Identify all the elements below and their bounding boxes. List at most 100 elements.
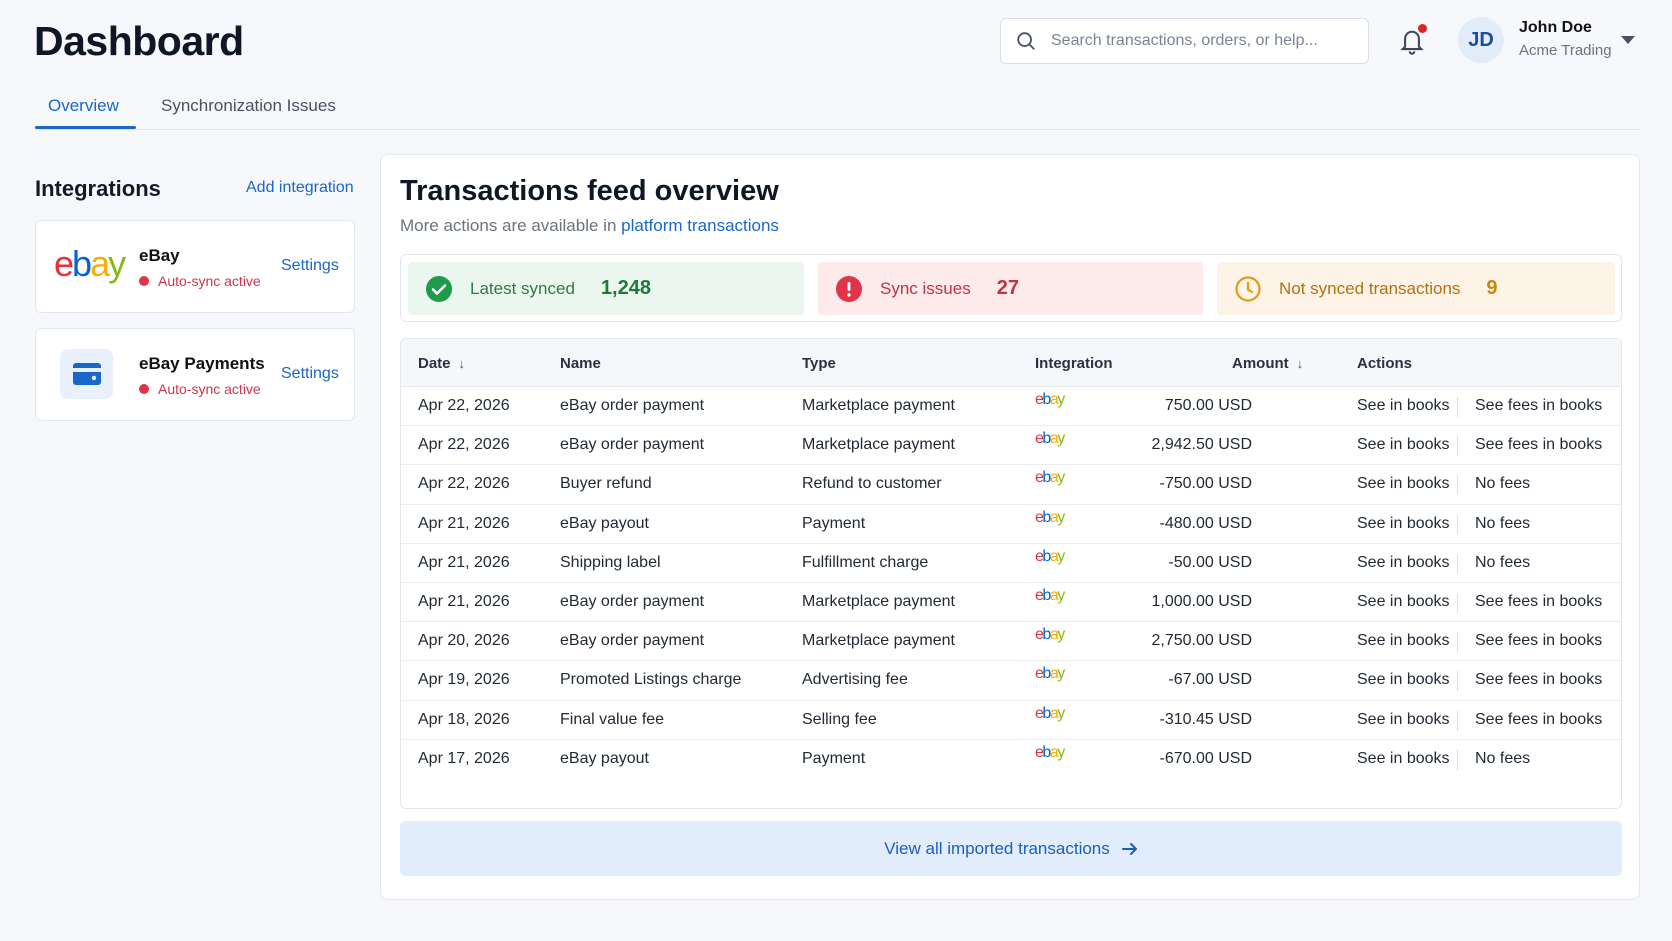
ebay-logo: ebay bbox=[54, 243, 126, 284]
see-in-books-link[interactable]: See in books bbox=[1357, 475, 1450, 493]
integration-name: eBay bbox=[139, 246, 180, 265]
see-fees-in-books-link[interactable]: See fees in books bbox=[1475, 632, 1602, 650]
cell-date: Apr 22, 2026 bbox=[418, 436, 510, 454]
action-divider bbox=[1457, 397, 1458, 417]
integration-card-ebay[interactable]: ebay eBay Auto-sync active Settings bbox=[35, 220, 355, 313]
cell-name: Buyer refund bbox=[560, 475, 652, 493]
see-in-books-link[interactable]: See in books bbox=[1357, 750, 1450, 768]
see-fees-in-books-link[interactable]: See fees in books bbox=[1475, 711, 1602, 729]
stat-value: 9 bbox=[1486, 277, 1498, 299]
stat-latest-synced[interactable]: Latest synced 1,248 bbox=[408, 262, 804, 315]
credit-card-icon bbox=[60, 349, 113, 399]
tab-synchronization-issues[interactable]: Synchronization Issues bbox=[161, 96, 336, 116]
ebay-logo: ebay bbox=[1035, 665, 1065, 683]
no-fees-label: No fees bbox=[1475, 475, 1531, 493]
column-header-amount[interactable]: Amount ↓ bbox=[1232, 355, 1303, 372]
action-divider bbox=[1457, 593, 1458, 613]
cell-type: Payment bbox=[802, 749, 866, 767]
panel-subtitle: More actions are available in platform t… bbox=[400, 216, 779, 236]
see-fees-in-books-link[interactable]: See fees in books bbox=[1475, 671, 1602, 689]
cell-date: Apr 17, 2026 bbox=[418, 749, 510, 767]
ebay-logo: ebay bbox=[1035, 743, 1065, 761]
cell-amount: -480.00 USD bbox=[1159, 514, 1253, 532]
notification-dot bbox=[1418, 24, 1427, 33]
table-row[interactable]: Apr 22, 2026 eBay order payment Marketplac… bbox=[401, 426, 1621, 466]
table-row[interactable]: Apr 22, 2026 Buyer refund Refund to custom… bbox=[401, 465, 1621, 505]
action-divider bbox=[1457, 475, 1458, 496]
see-in-books-link[interactable]: See in books bbox=[1357, 554, 1450, 572]
avatar[interactable]: JD bbox=[1458, 17, 1504, 63]
column-header-date[interactable]: Date ↓ bbox=[418, 355, 465, 372]
sort-arrow-icon[interactable]: ↓ bbox=[1297, 356, 1304, 371]
chevron-down-icon[interactable] bbox=[1621, 36, 1635, 44]
see-fees-in-books-link[interactable]: See fees in books bbox=[1475, 436, 1602, 454]
cell-date: Apr 22, 2026 bbox=[418, 397, 510, 414]
stat-value: 1,248 bbox=[600, 277, 651, 299]
see-in-books-link[interactable]: See in books bbox=[1357, 632, 1450, 650]
table-row[interactable]: Apr 18, 2026 Final value fee Selling fee eb… bbox=[401, 701, 1621, 740]
tab-overview[interactable]: Overview bbox=[48, 96, 119, 116]
view-all-transactions-button[interactable]: View all imported transactions bbox=[400, 821, 1622, 876]
integration-settings-link[interactable]: Settings bbox=[281, 257, 339, 275]
cell-date: Apr 22, 2026 bbox=[418, 475, 510, 493]
integration-settings-link[interactable]: Settings bbox=[281, 365, 339, 383]
table-row[interactable]: Apr 19, 2026 Promoted Listings charge Adve… bbox=[401, 661, 1621, 701]
cell-type: Selling fee bbox=[802, 710, 877, 728]
see-in-books-link[interactable]: See in books bbox=[1357, 711, 1450, 729]
ebay-logo: ebay bbox=[1035, 430, 1065, 448]
ebay-logo: ebay bbox=[1035, 391, 1065, 408]
user-name[interactable]: John Doe bbox=[1519, 19, 1592, 37]
see-fees-in-books-link[interactable]: See fees in books bbox=[1475, 593, 1602, 611]
stat-sync-issues[interactable]: Sync issues 27 bbox=[818, 262, 1203, 315]
search-box[interactable] bbox=[1000, 18, 1369, 64]
stats-bar: Latest synced 1,248 Sync issues 27 Not s… bbox=[400, 254, 1622, 322]
subtitle-text: More actions are available in bbox=[400, 216, 617, 235]
sync-status-label: Auto-sync active bbox=[158, 273, 261, 289]
table-row[interactable]: Apr 21, 2026 eBay order payment Marketplac… bbox=[401, 583, 1621, 623]
cell-name: eBay order payment bbox=[560, 436, 705, 454]
stat-value: 27 bbox=[996, 277, 1019, 299]
table-row[interactable]: Apr 21, 2026 eBay payout Payment ebay -480.0… bbox=[401, 505, 1621, 544]
search-icon bbox=[1017, 32, 1035, 50]
see-fees-in-books-link[interactable]: See fees in books bbox=[1475, 397, 1602, 415]
add-integration-link[interactable]: Add integration bbox=[246, 179, 354, 197]
table-row[interactable]: Apr 20, 2026 eBay order payment Marketplac… bbox=[401, 622, 1621, 662]
action-divider bbox=[1457, 553, 1458, 574]
cell-date: Apr 20, 2026 bbox=[418, 632, 510, 650]
action-divider bbox=[1457, 632, 1458, 653]
cell-type: Marketplace payment bbox=[802, 632, 955, 650]
sort-arrow-icon[interactable]: ↓ bbox=[459, 356, 466, 371]
cell-amount: -50.00 USD bbox=[1168, 553, 1252, 571]
sync-status-label: Auto-sync active bbox=[158, 381, 261, 397]
status-dot bbox=[139, 384, 149, 394]
see-in-books-link[interactable]: See in books bbox=[1357, 593, 1450, 611]
cell-amount: 750.00 USD bbox=[1164, 397, 1252, 414]
page-title: Dashboard bbox=[34, 18, 244, 64]
stat-not-synced[interactable]: Not synced transactions 9 bbox=[1217, 262, 1615, 315]
active-tab-indicator bbox=[35, 126, 136, 129]
column-label: Date bbox=[418, 355, 451, 372]
cell-amount: -670.00 USD bbox=[1159, 749, 1253, 767]
arrow-right-icon bbox=[1121, 842, 1137, 855]
cell-amount: -310.45 USD bbox=[1159, 710, 1253, 728]
sync-status: Auto-sync active bbox=[139, 273, 261, 289]
action-divider bbox=[1457, 710, 1458, 731]
integration-card-ebay-payments[interactable]: eBay Payments Auto-sync active Settings bbox=[35, 328, 355, 421]
table-row[interactable]: Apr 22, 2026 eBay order payment Marketplac… bbox=[401, 387, 1621, 427]
see-in-books-link[interactable]: See in books bbox=[1357, 436, 1450, 454]
tab-bar: Overview Synchronization Issues bbox=[35, 88, 1640, 130]
platform-transactions-link[interactable]: platform transactions bbox=[621, 216, 779, 235]
see-in-books-link[interactable]: See in books bbox=[1357, 397, 1450, 415]
see-in-books-link[interactable]: See in books bbox=[1357, 515, 1450, 533]
ebay-logo: ebay bbox=[1035, 508, 1065, 526]
cell-type: Refund to customer bbox=[802, 475, 942, 493]
table-row[interactable]: Apr 17, 2026 eBay payout Payment ebay -670.0… bbox=[401, 740, 1621, 779]
ebay-logo: ebay bbox=[1035, 704, 1065, 722]
user-org: Acme Trading bbox=[1519, 42, 1612, 59]
see-in-books-link[interactable]: See in books bbox=[1357, 671, 1450, 689]
search-input[interactable] bbox=[1051, 32, 1351, 50]
cell-type: Marketplace payment bbox=[802, 397, 955, 414]
cell-name: Shipping label bbox=[560, 553, 661, 571]
panel-title: Transactions feed overview bbox=[400, 175, 779, 207]
table-row[interactable]: Apr 21, 2026 Shipping label Fulfillment ch… bbox=[401, 544, 1621, 583]
